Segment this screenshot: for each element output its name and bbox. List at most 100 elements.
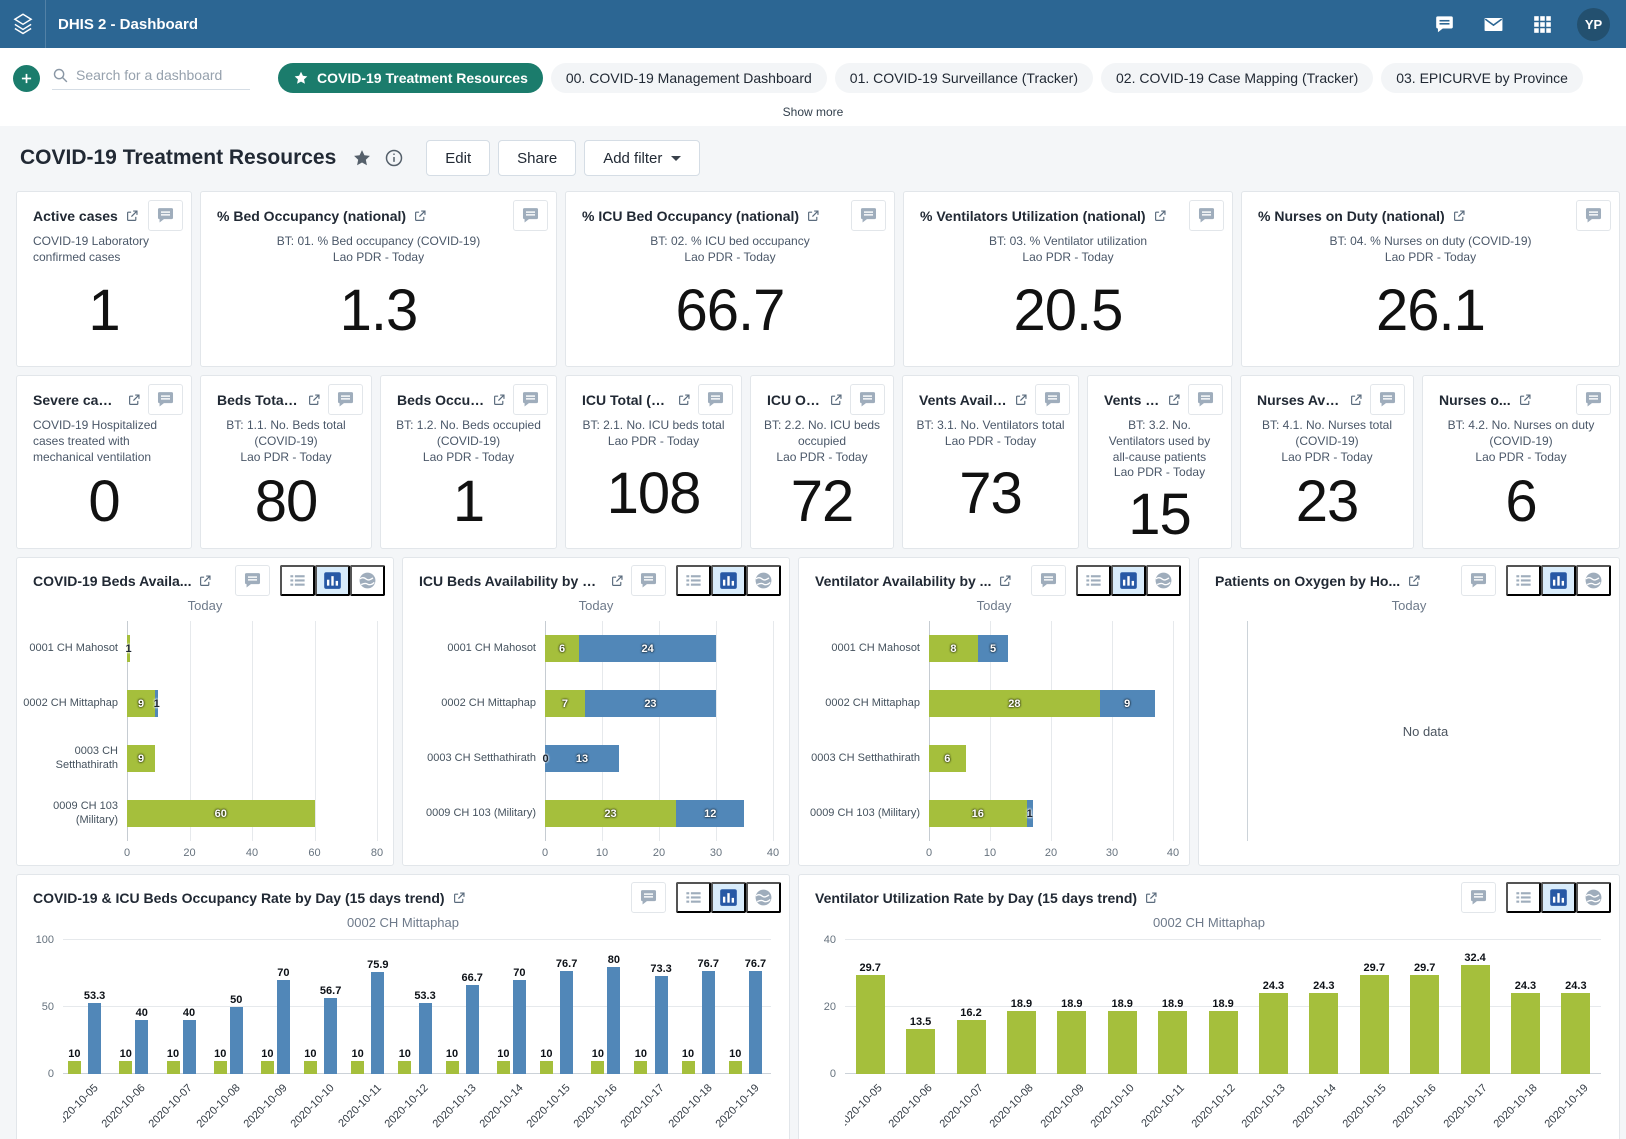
open-in-app-icon[interactable] (1518, 393, 1532, 407)
comment-button[interactable] (850, 384, 885, 415)
bar-with-label: 76.7 (698, 940, 719, 1074)
axis-tick-label: 40 (767, 847, 779, 859)
open-in-app-icon[interactable] (127, 393, 141, 407)
star-icon[interactable] (352, 148, 372, 168)
comment-button[interactable] (1035, 384, 1070, 415)
comment-button[interactable] (235, 565, 270, 596)
avatar[interactable]: YP (1577, 8, 1610, 41)
bar-value-label: 70 (513, 967, 525, 979)
view-as-table-button[interactable] (1076, 565, 1111, 596)
metric-card-subtitle-line: Lao PDR - Today (213, 450, 359, 466)
open-in-app-icon[interactable] (125, 209, 139, 223)
comment-button[interactable] (1576, 200, 1611, 231)
bar-value-label: 40 (183, 1007, 195, 1019)
view-as-map-button[interactable] (1576, 565, 1611, 596)
category-label: 2020-10-10 (1088, 1082, 1136, 1130)
view-as-table-button[interactable] (676, 565, 711, 596)
dashboards-bar: COVID-19 Treatment Resources 00. COVID-19… (0, 48, 1626, 126)
comment-button[interactable] (513, 200, 548, 231)
open-in-app-icon[interactable] (1014, 393, 1028, 407)
view-as-map-button[interactable] (1146, 565, 1181, 596)
open-in-app-icon[interactable] (1167, 393, 1181, 407)
edit-button[interactable]: Edit (426, 140, 490, 176)
open-in-app-icon[interactable] (998, 574, 1012, 588)
view-as-chart-button[interactable] (1111, 565, 1146, 596)
metric-card-value: 0 (17, 465, 191, 548)
category-label: 2020-10-08 (988, 1082, 1036, 1130)
bar-value-label: 76.7 (698, 958, 719, 970)
bar-with-label: 75.9 (367, 940, 388, 1074)
messages-icon[interactable] (1483, 14, 1504, 35)
chart-subtitle: Today (17, 596, 393, 613)
view-as-table-button[interactable] (1506, 565, 1541, 596)
metric-card-header: % Nurses on Duty (national) (1242, 192, 1619, 231)
chart-card-actions (1461, 565, 1611, 596)
comment-button[interactable] (1461, 565, 1496, 596)
view-as-chart-button[interactable] (1541, 882, 1576, 913)
view-as-table-button[interactable] (676, 882, 711, 913)
comment-button[interactable] (631, 565, 666, 596)
comment-button[interactable] (1189, 200, 1224, 231)
open-in-app-icon[interactable] (1144, 891, 1158, 905)
comment-button[interactable] (1370, 384, 1405, 415)
view-as-map-button[interactable] (1576, 882, 1611, 913)
bar-with-label: 10 (304, 940, 317, 1074)
open-in-app-icon[interactable] (452, 891, 466, 905)
open-in-app-icon[interactable] (1349, 393, 1363, 407)
dashboard-chip[interactable]: COVID-19 Treatment Resources (278, 63, 543, 93)
category-label: 2020-10-11 (336, 1082, 384, 1130)
view-as-chart-button[interactable] (1541, 565, 1576, 596)
comment-button[interactable] (1188, 384, 1223, 415)
new-dashboard-button[interactable] (13, 65, 40, 92)
open-in-app-icon[interactable] (307, 393, 321, 407)
bar-with-label: 10 (591, 940, 604, 1074)
open-in-app-icon[interactable] (829, 393, 843, 407)
bar-with-label: 10 (119, 940, 132, 1074)
comment-button[interactable] (631, 882, 666, 913)
comment-button[interactable] (148, 384, 183, 415)
open-in-app-icon[interactable] (198, 574, 212, 588)
info-icon[interactable] (384, 148, 404, 168)
add-filter-button[interactable]: Add filter (584, 140, 700, 176)
open-in-app-icon[interactable] (1407, 574, 1421, 588)
chart-card: Ventilator Utilization Rate by Day (15 d… (798, 874, 1620, 1139)
comment-button[interactable] (513, 384, 548, 415)
bar-value-label: 0 (543, 753, 549, 765)
search-input[interactable] (76, 67, 236, 83)
dashboard-chip[interactable]: 02. COVID-19 Case Mapping (Tracker) (1101, 63, 1373, 93)
view-as-chart-button[interactable] (711, 882, 746, 913)
open-in-app-icon[interactable] (413, 209, 427, 223)
comment-button[interactable] (851, 200, 886, 231)
view-as-map-button[interactable] (350, 565, 385, 596)
comment-button[interactable] (1031, 565, 1066, 596)
view-as-chart-button[interactable] (711, 565, 746, 596)
dhis2-logo-icon[interactable] (0, 0, 46, 48)
comment-button[interactable] (1461, 882, 1496, 913)
view-as-table-button[interactable] (280, 565, 315, 596)
bar (957, 1020, 986, 1074)
dashboard-chip[interactable]: 03. EPICURVE by Province (1381, 63, 1583, 93)
comment-button[interactable] (698, 384, 733, 415)
bar-value-label: 6 (944, 753, 950, 765)
open-in-app-icon[interactable] (677, 393, 691, 407)
dashboard-chip[interactable]: 01. COVID-19 Surveillance (Tracker) (835, 63, 1093, 93)
comment-button[interactable] (328, 384, 363, 415)
chart-plot-wrap: 0001 CH Mahosot0002 CH Mittaphap0003 CH … (805, 621, 1173, 861)
category-label: 2020-10-12 (383, 1082, 431, 1130)
share-button[interactable]: Share (498, 140, 576, 176)
open-in-app-icon[interactable] (1452, 209, 1466, 223)
open-in-app-icon[interactable] (492, 393, 506, 407)
comment-button[interactable] (148, 200, 183, 231)
view-as-table-button[interactable] (1506, 882, 1541, 913)
open-in-app-icon[interactable] (806, 209, 820, 223)
view-as-chart-button[interactable] (315, 565, 350, 596)
view-as-map-button[interactable] (746, 882, 781, 913)
show-more-link[interactable]: Show more (0, 100, 1626, 126)
dashboard-chip[interactable]: 00. COVID-19 Management Dashboard (551, 63, 827, 93)
open-in-app-icon[interactable] (610, 574, 624, 588)
view-as-map-button[interactable] (746, 565, 781, 596)
comment-button[interactable] (1576, 384, 1611, 415)
apps-grid-icon[interactable] (1532, 14, 1553, 35)
open-in-app-icon[interactable] (1153, 209, 1167, 223)
interpretations-icon[interactable] (1434, 14, 1455, 35)
